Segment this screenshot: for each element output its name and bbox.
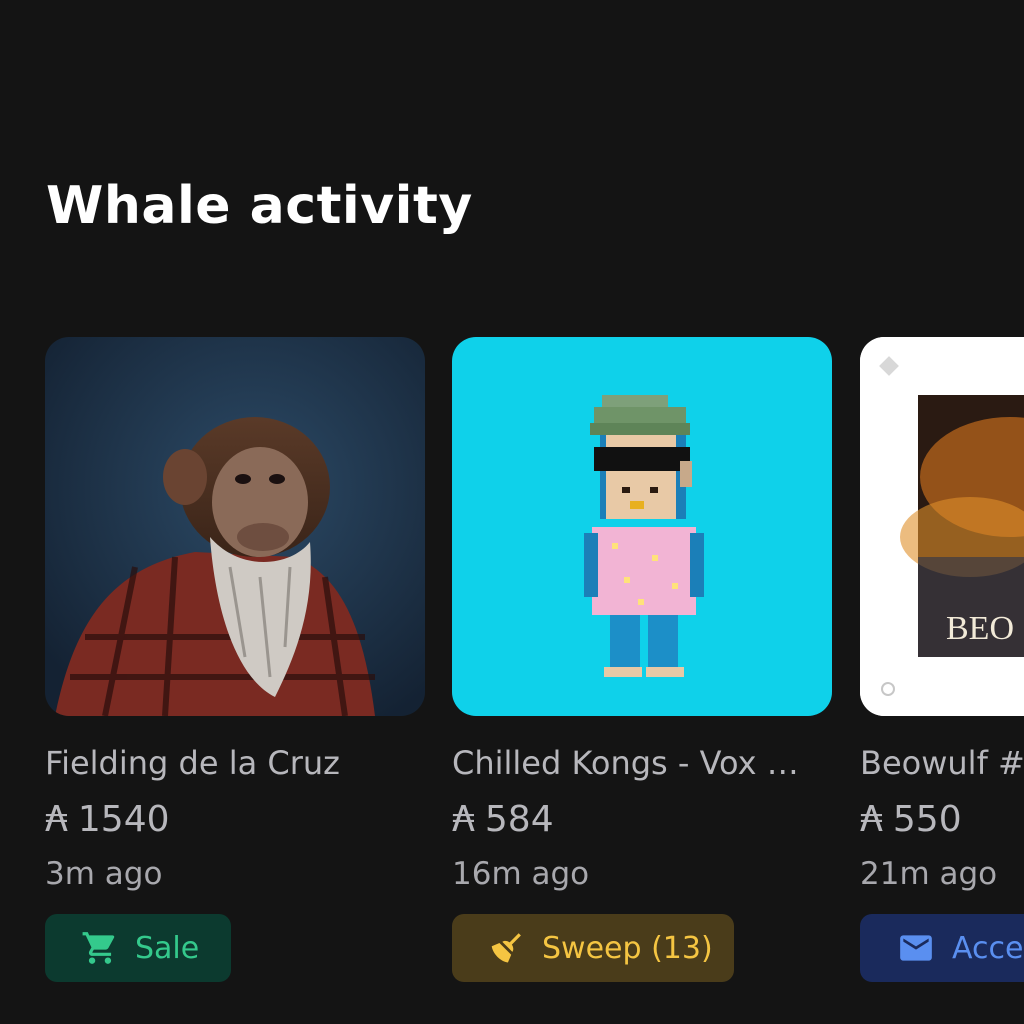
card-price: ₳ 550	[860, 798, 1024, 842]
activity-type-badge[interactable]: Sale	[45, 914, 231, 982]
card-price: ₳ 1540	[45, 798, 425, 842]
algo-currency-icon: ₳	[45, 799, 68, 840]
activity-card[interactable]: Fielding de la Cruz ₳ 1540 3m ago Sale	[45, 337, 425, 982]
envelope-icon	[896, 928, 936, 968]
card-price: ₳ 584	[452, 798, 832, 842]
voxel-kong-artwork	[452, 337, 832, 716]
card-time: 3m ago	[45, 856, 163, 892]
card-time: 21m ago	[860, 856, 998, 892]
nft-thumbnail[interactable]	[45, 337, 425, 716]
section-title: Whale activity	[46, 176, 473, 236]
badge-label: Sweep (13)	[542, 930, 713, 966]
cover-title-text: BEO	[946, 610, 1014, 647]
broom-icon	[488, 928, 526, 968]
card-title[interactable]: Chilled Kongs - Vox K...	[452, 742, 816, 784]
screen: Whale activity Fielding de la Cruz ₳ 154…	[0, 0, 1024, 1024]
card-title[interactable]: Fielding de la Cruz	[45, 742, 409, 784]
chimp-artwork	[45, 337, 425, 716]
activity-card[interactable]: Chilled Kongs - Vox K... ₳ 584 16m ago Sw…	[452, 337, 832, 982]
card-title[interactable]: Beowulf #0	[860, 742, 1024, 784]
activity-type-badge[interactable]: Accept	[860, 914, 1024, 982]
cart-icon	[81, 928, 119, 968]
card-time: 16m ago	[452, 856, 590, 892]
badge-label: Sale	[135, 930, 200, 966]
price-value: 584	[484, 799, 554, 840]
nft-thumbnail[interactable]	[452, 337, 832, 716]
algo-currency-icon: ₳	[452, 799, 475, 840]
algo-currency-icon: ₳	[860, 799, 883, 840]
price-value: 550	[892, 799, 962, 840]
nft-thumbnail[interactable]: BEO	[860, 337, 1024, 716]
beowulf-cover-artwork: BEO	[860, 337, 1024, 716]
activity-type-badge[interactable]: Sweep (13)	[452, 914, 734, 982]
activity-card[interactable]: BEO Beowulf #0 ₳550 21m ago Accept	[860, 337, 1024, 982]
price-value: 1540	[77, 799, 170, 840]
badge-label: Accept	[952, 930, 1024, 966]
